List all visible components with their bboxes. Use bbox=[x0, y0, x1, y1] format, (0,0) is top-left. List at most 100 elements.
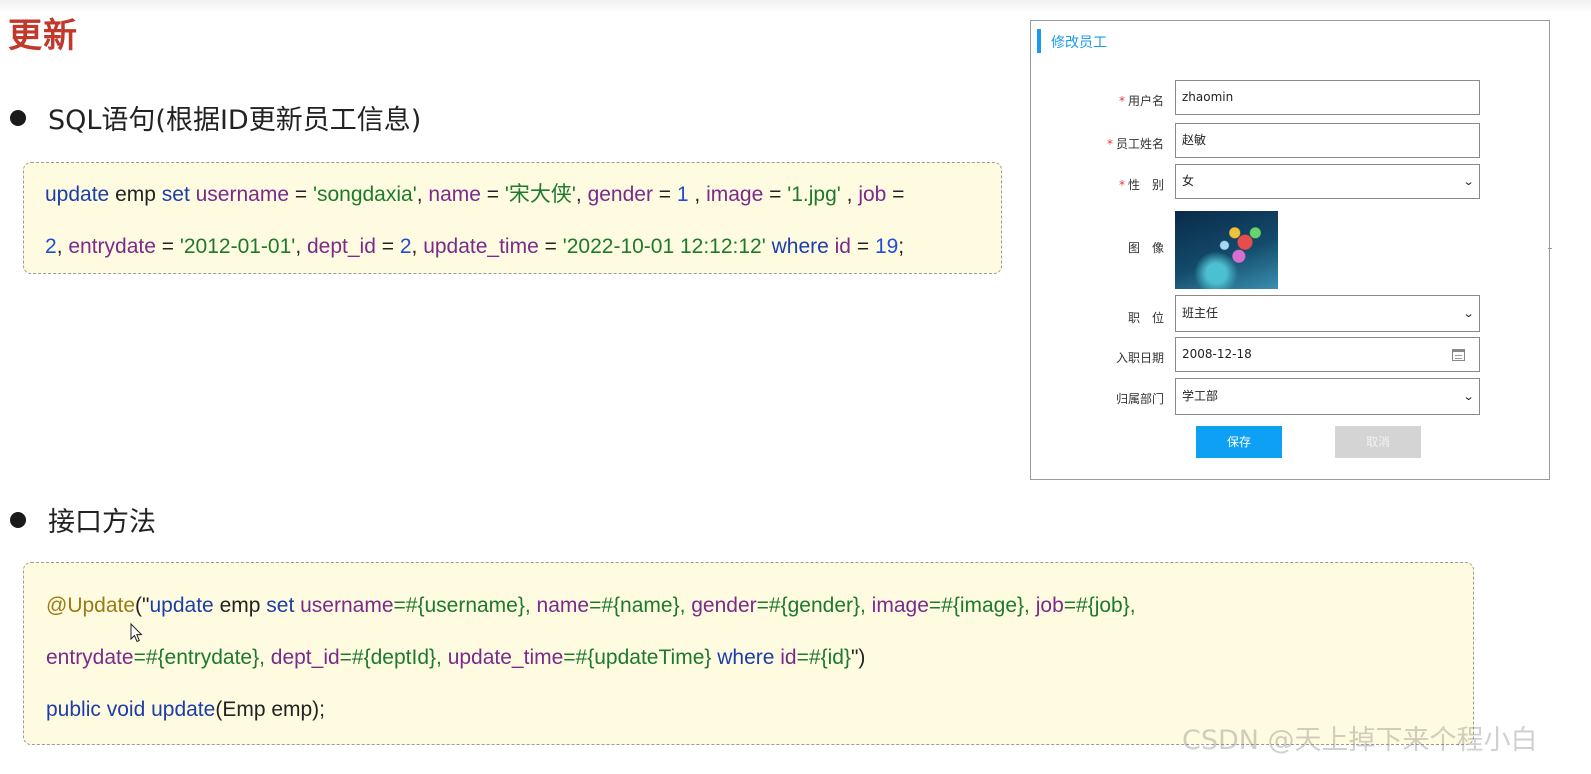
watermark: CSDN @天上掉下来个程小白 bbox=[1182, 725, 1538, 756]
code-token: , bbox=[295, 235, 307, 258]
bullet-dot bbox=[10, 109, 26, 126]
code-token: = bbox=[652, 183, 677, 206]
code-token: @Update bbox=[46, 594, 136, 617]
sql-code-block: update emp set username = 'songdaxia', n… bbox=[23, 162, 1002, 274]
code-token: =#{job}, bbox=[1063, 594, 1136, 617]
page-title: 更新 bbox=[8, 16, 78, 56]
code-token: emp bbox=[109, 183, 162, 206]
code-token: = bbox=[851, 235, 875, 258]
code-token: = bbox=[289, 183, 313, 206]
image-label: 图 像 bbox=[1127, 241, 1164, 255]
bullet-interface-text: 接口方法 bbox=[48, 507, 156, 538]
code-token: update_time bbox=[447, 646, 564, 669]
gender-select[interactable]: 女 ⌄ bbox=[1175, 164, 1480, 199]
code-token: name bbox=[428, 183, 481, 206]
code-token: 1 bbox=[676, 183, 689, 206]
code-token: gender bbox=[691, 594, 757, 617]
code-token: ") bbox=[850, 646, 866, 669]
job-label: 职 位 bbox=[1127, 311, 1164, 325]
code-token: '宋大侠' bbox=[504, 183, 576, 206]
dept-value: 学工部 bbox=[1182, 389, 1219, 403]
code-token: = bbox=[538, 235, 563, 258]
code-token: dept_id bbox=[270, 646, 340, 669]
code-token: where bbox=[717, 646, 775, 669]
code-token: '2022-10-01 12:12:12' bbox=[562, 235, 766, 258]
code-token: '1.jpg' bbox=[787, 183, 841, 206]
code-token: username bbox=[195, 183, 290, 206]
top-band bbox=[0, 0, 1591, 14]
code-token: = bbox=[763, 183, 788, 206]
employee-image[interactable] bbox=[1175, 211, 1278, 289]
username-input[interactable]: zhaomin bbox=[1175, 80, 1480, 115]
bullet-sql: SQL语句(根据ID更新员工信息) bbox=[10, 98, 421, 137]
chevron-down-icon: ⌄ bbox=[1462, 307, 1475, 320]
code-token: public bbox=[46, 698, 101, 721]
code-token: name bbox=[536, 594, 590, 617]
code-token: = bbox=[886, 183, 905, 206]
code-token: (Emp emp); bbox=[215, 698, 326, 721]
sql-line-1: update emp set username = 'songdaxia', n… bbox=[45, 169, 1001, 221]
cancel-button[interactable]: 取消 bbox=[1335, 426, 1421, 458]
code-token: 'songdaxia' bbox=[312, 183, 417, 206]
code-token: set bbox=[161, 183, 190, 206]
code-token: update_time bbox=[423, 235, 539, 258]
code-token: 2 bbox=[399, 235, 412, 258]
code-token: =#{name}, bbox=[589, 594, 692, 617]
code-token: =#{updateTime} bbox=[563, 646, 718, 669]
entrydate-label: 入职日期 bbox=[1115, 351, 1164, 365]
code-token: 19 bbox=[874, 235, 899, 258]
code-token: entrydate bbox=[68, 235, 156, 258]
code-token: = bbox=[155, 235, 180, 258]
code-token: 2 bbox=[45, 235, 57, 258]
code-token: job bbox=[1035, 594, 1064, 617]
code-token: void bbox=[106, 698, 146, 721]
code-token: , bbox=[575, 183, 588, 206]
java-line-1: @Update("update emp set username=#{usern… bbox=[46, 580, 1473, 632]
code-token: job bbox=[858, 183, 887, 206]
code-token: , bbox=[688, 183, 707, 206]
code-token: dept_id bbox=[306, 235, 376, 258]
code-token: username bbox=[300, 594, 394, 617]
name-input[interactable]: 赵敏 bbox=[1175, 123, 1480, 158]
job-select[interactable]: 班主任 ⌄ bbox=[1175, 295, 1480, 332]
code-token: id bbox=[834, 235, 851, 258]
code-token: , bbox=[840, 183, 859, 206]
code-token: (" bbox=[135, 594, 150, 617]
save-button[interactable]: 保存 bbox=[1196, 426, 1282, 458]
bullet-interface: 接口方法 bbox=[10, 500, 156, 539]
username-label: * 用户名 bbox=[1118, 94, 1164, 108]
code-token: gender bbox=[587, 183, 653, 206]
code-token: update bbox=[151, 698, 216, 721]
code-token: set bbox=[266, 594, 295, 617]
code-token: =#{image}, bbox=[928, 594, 1036, 617]
code-token: image bbox=[871, 594, 929, 617]
code-token: = bbox=[375, 235, 400, 258]
code-token: =#{deptId}, bbox=[339, 646, 448, 669]
code-token: ; bbox=[898, 235, 905, 258]
code-token: , bbox=[56, 235, 69, 258]
code-token: id bbox=[780, 646, 797, 669]
code-token: = bbox=[480, 183, 505, 206]
java-line-2: entrydate=#{entrydate}, dept_id=#{deptId… bbox=[46, 632, 1473, 684]
title-accent-bar bbox=[1037, 29, 1041, 53]
code-token: update bbox=[149, 594, 214, 617]
gender-value: 女 bbox=[1182, 174, 1195, 188]
code-token: , bbox=[411, 235, 424, 258]
code-token: where bbox=[771, 235, 829, 258]
dept-select[interactable]: 学工部 ⌄ bbox=[1175, 378, 1480, 415]
mouse-pointer-icon bbox=[130, 623, 143, 643]
edit-employee-dialog: 修改员工 * 用户名 zhaomin * 员工姓名 赵敏 * 性 别 女 ⌄ 图 像 … bbox=[1030, 20, 1550, 480]
entrydate-value: 2008-12-18 bbox=[1182, 347, 1252, 361]
code-token: entrydate bbox=[46, 646, 134, 669]
bullet-dot bbox=[10, 511, 26, 528]
calendar-icon[interactable] bbox=[1452, 349, 1465, 361]
code-token: update bbox=[45, 183, 110, 206]
code-token: =#{gender}, bbox=[756, 594, 872, 617]
entrydate-input[interactable]: 2008-12-18 bbox=[1175, 337, 1480, 372]
chevron-down-icon: ⌄ bbox=[1462, 175, 1475, 188]
code-token: image bbox=[706, 183, 764, 206]
sql-line-2: 2, entrydate = '2012-01-01', dept_id = 2… bbox=[45, 221, 1001, 273]
gender-label: * 性 别 bbox=[1118, 178, 1164, 192]
edge-tick bbox=[1548, 248, 1552, 249]
bullet-sql-text: SQL语句(根据ID更新员工信息) bbox=[48, 105, 422, 136]
